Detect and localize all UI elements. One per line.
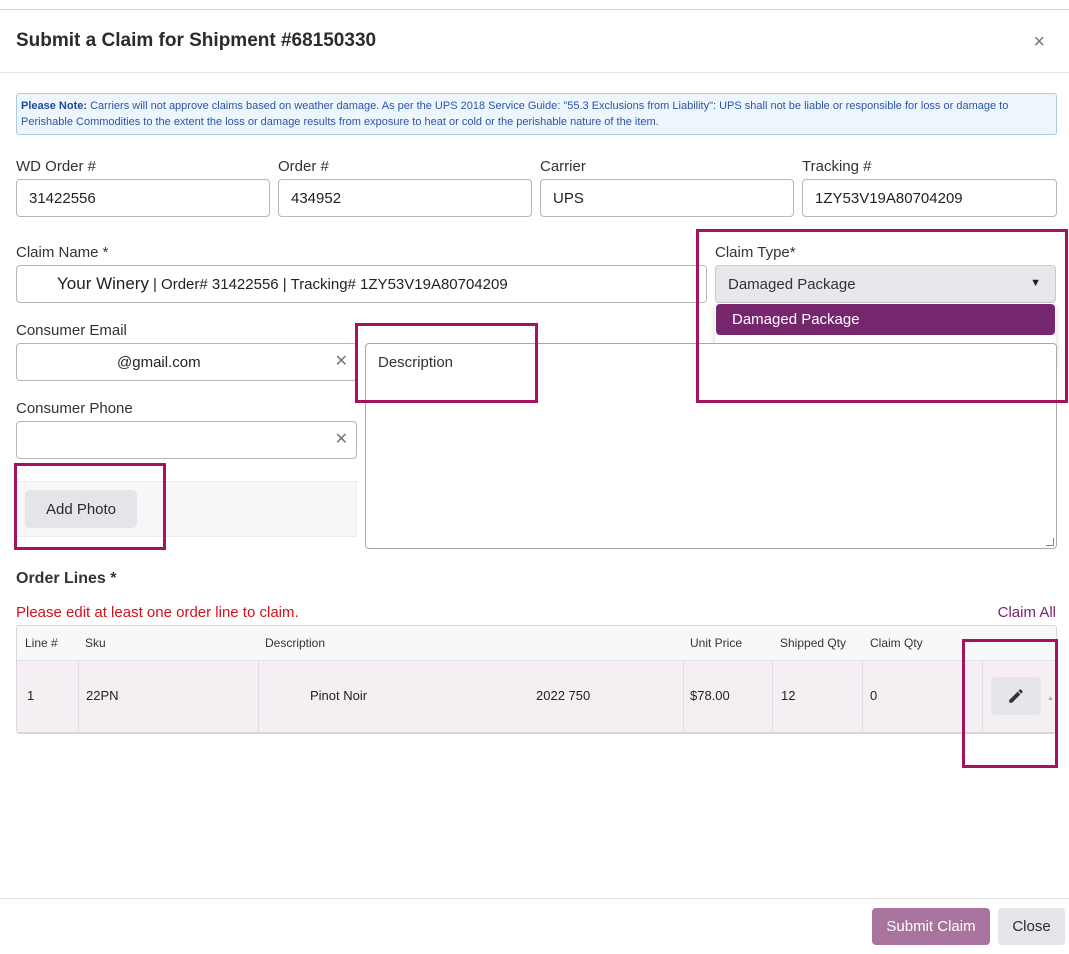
clear-x-icon[interactable]: ✕ bbox=[335, 431, 348, 449]
consumer-email-field[interactable]: @gmail.com ✕ bbox=[16, 343, 357, 381]
claim-name-details: | Order# 31422556 | Tracking# 1ZY53V19A8… bbox=[152, 275, 508, 293]
claim-type-select[interactable]: Damaged Package ▼ bbox=[715, 265, 1056, 303]
order-lines-table: Line # Sku Description Unit Price Shippe… bbox=[16, 625, 1057, 734]
tracking-field[interactable]: 1ZY53V19A80704209 bbox=[802, 179, 1057, 217]
order-value: 434952 bbox=[291, 189, 342, 207]
consumer-email-label: Consumer Email bbox=[16, 322, 127, 339]
col-sku: Sku bbox=[85, 636, 106, 650]
col-unit-price: Unit Price bbox=[690, 636, 743, 650]
note-text: Carriers will not approve claims based o… bbox=[21, 100, 1009, 128]
order-lines-error: Please edit at least one order line to c… bbox=[16, 604, 299, 621]
col-claim-qty: Claim Qty bbox=[870, 636, 923, 650]
submit-claim-button[interactable]: Submit Claim bbox=[872, 908, 990, 945]
weather-note: Please Note: Carriers will not approve c… bbox=[16, 93, 1057, 135]
col-description: Description bbox=[265, 636, 326, 650]
consumer-phone-label: Consumer Phone bbox=[16, 400, 133, 417]
order-label: Order # bbox=[278, 158, 329, 175]
carrier-field[interactable]: UPS bbox=[540, 179, 794, 217]
pencil-icon bbox=[1009, 689, 1023, 703]
resize-handle-icon[interactable] bbox=[1046, 538, 1054, 546]
claim-name-label: Claim Name * bbox=[16, 244, 109, 261]
close-icon[interactable]: × bbox=[1033, 32, 1045, 52]
cell-description: Pinot Noir bbox=[310, 688, 368, 703]
claim-name-winery: Your Winery bbox=[57, 274, 149, 293]
table-row: 1 22PN Pinot Noir 2022 750 $78.00 12 0 ▲… bbox=[17, 661, 1056, 733]
consumer-phone-field[interactable]: ✕ bbox=[16, 421, 357, 459]
modal-header: Submit a Claim for Shipment #68150330 × bbox=[0, 10, 1069, 73]
tracking-label: Tracking # bbox=[802, 158, 872, 175]
close-button[interactable]: Close bbox=[998, 908, 1065, 945]
option-damaged-package[interactable]: Damaged Package bbox=[716, 304, 1055, 335]
cell-claim-qty: 0 bbox=[870, 688, 878, 703]
description-textarea[interactable]: Description bbox=[365, 343, 1057, 549]
claim-all-link[interactable]: Claim All bbox=[998, 604, 1056, 621]
add-photo-button[interactable]: Add Photo bbox=[25, 490, 137, 528]
caret-down-icon: ▼ bbox=[1030, 277, 1041, 289]
modal-title: Submit a Claim for Shipment #68150330 bbox=[16, 30, 377, 51]
wd-order-value: 31422556 bbox=[29, 189, 96, 207]
cell-unit-price: $78.00 bbox=[690, 688, 730, 703]
wd-order-field[interactable]: 31422556 bbox=[16, 179, 270, 217]
scroll-up-icon[interactable]: ▲ bbox=[1047, 695, 1054, 702]
column-divider bbox=[862, 661, 863, 733]
order-field[interactable]: 434952 bbox=[278, 179, 532, 217]
carrier-value: UPS bbox=[553, 189, 584, 207]
column-divider bbox=[772, 661, 773, 733]
carrier-label: Carrier bbox=[540, 158, 586, 175]
claim-type-label: Claim Type* bbox=[715, 244, 796, 261]
table-header: Line # Sku Description Unit Price Shippe… bbox=[17, 626, 1056, 661]
consumer-email-value: @gmail.com bbox=[117, 353, 201, 371]
col-shipped-qty: Shipped Qty bbox=[780, 636, 847, 650]
cell-shipped-qty: 12 bbox=[781, 688, 796, 703]
tracking-value: 1ZY53V19A80704209 bbox=[815, 189, 963, 207]
note-label: Please Note: bbox=[21, 100, 88, 112]
clear-x-icon[interactable]: ✕ bbox=[335, 353, 348, 371]
cell-line: 1 bbox=[27, 688, 35, 703]
claim-type-selected: Damaged Package bbox=[728, 275, 856, 293]
description-placeholder: Description bbox=[378, 354, 454, 371]
top-divider bbox=[0, 0, 1069, 10]
col-line: Line # bbox=[25, 636, 58, 650]
column-divider bbox=[982, 661, 983, 733]
cell-vintage: 2022 750 bbox=[536, 688, 591, 703]
wd-order-label: WD Order # bbox=[16, 158, 97, 175]
column-divider bbox=[78, 661, 79, 733]
cell-sku: 22PN bbox=[86, 688, 119, 703]
column-divider bbox=[683, 661, 684, 733]
order-lines-title: Order Lines * bbox=[16, 570, 117, 587]
column-divider bbox=[258, 661, 259, 733]
edit-line-button[interactable] bbox=[991, 677, 1041, 715]
claim-name-field[interactable]: Your Winery | Order# 31422556 | Tracking… bbox=[16, 265, 707, 303]
